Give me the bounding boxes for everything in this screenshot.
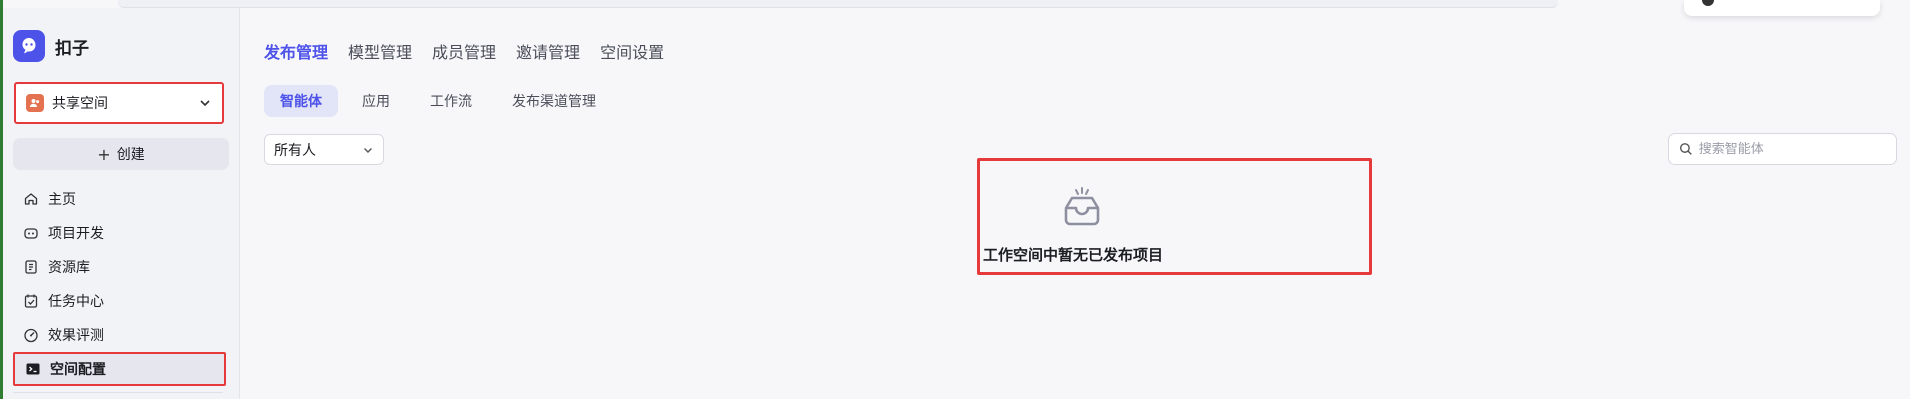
sidebar-item-label: 效果评测 — [48, 328, 104, 344]
chevron-down-icon — [200, 100, 210, 107]
main-content: 发布管理 模型管理 成员管理 邀请管理 空间设置 智能体 应用 工作流 发布渠道… — [241, 8, 1910, 399]
space-selector[interactable]: 共享空间 — [14, 82, 224, 124]
sidebar-item-evaluation[interactable]: 效果评测 — [13, 318, 229, 352]
robot-icon — [24, 228, 38, 239]
search-input[interactable] — [1698, 141, 1886, 157]
space-selector-label: 共享空间 — [52, 96, 108, 112]
sidebar-item-library[interactable]: 资源库 — [13, 250, 229, 284]
people-icon — [26, 94, 44, 112]
home-icon — [24, 193, 38, 205]
search-icon — [1679, 143, 1692, 155]
library-icon — [25, 260, 37, 274]
sidebar-item-label: 主页 — [48, 192, 76, 208]
terminal-icon — [26, 363, 40, 375]
main-tabs: 发布管理 模型管理 成员管理 邀请管理 空间设置 — [264, 39, 684, 63]
empty-state-message: 工作空间中暂无已发布项目 — [983, 246, 1164, 264]
tab-space-settings[interactable]: 空间设置 — [600, 39, 664, 63]
divider — [13, 392, 223, 393]
owner-filter-select[interactable]: 所有人 — [264, 134, 384, 165]
sidebar-nav: 主页 项目开发 资源库 任务中心 效果评测 空间配置 — [13, 182, 229, 386]
owner-filter-value: 所有人 — [274, 142, 316, 159]
chevron-down-icon — [364, 147, 372, 153]
app-name: 扣子 — [55, 38, 89, 59]
create-button-label: 创建 — [116, 147, 145, 163]
sidebar-item-label: 项目开发 — [48, 226, 104, 242]
sidebar-item-label: 任务中心 — [48, 294, 104, 310]
browser-address-strip — [118, 0, 1558, 8]
sidebar-item-project-dev[interactable]: 项目开发 — [13, 216, 229, 250]
empty-inbox-icon — [1064, 187, 1100, 226]
sidebar-item-label: 资源库 — [48, 260, 90, 276]
create-button[interactable]: + 创建 — [13, 138, 229, 170]
sidebar-item-label: 空间配置 — [50, 362, 106, 378]
task-check-icon — [24, 294, 38, 308]
sidebar-item-task-center[interactable]: 任务中心 — [13, 284, 229, 318]
search-box — [1668, 133, 1897, 165]
tab-publish-management[interactable]: 发布管理 — [264, 39, 328, 63]
empty-state: 工作空间中暂无已发布项目 — [977, 158, 1372, 275]
avatar — [1702, 0, 1714, 6]
tab-publish-channels[interactable]: 发布渠道管理 — [496, 85, 612, 117]
sidebar-item-home[interactable]: 主页 — [13, 182, 229, 216]
tab-model-management[interactable]: 模型管理 — [348, 39, 412, 63]
tab-apps[interactable]: 应用 — [346, 85, 406, 117]
sub-tabs: 智能体 应用 工作流 发布渠道管理 — [264, 85, 620, 117]
tab-invite-management[interactable]: 邀请管理 — [516, 39, 580, 63]
tab-workflows[interactable]: 工作流 — [414, 85, 488, 117]
tab-agents[interactable]: 智能体 — [264, 85, 338, 117]
plus-icon: + — [97, 144, 111, 164]
gauge-icon — [24, 328, 38, 343]
coze-logo-icon — [13, 30, 45, 62]
sidebar-item-space-config[interactable]: 空间配置 — [13, 352, 226, 386]
tab-member-management[interactable]: 成员管理 — [432, 39, 496, 63]
brand[interactable]: 扣子 — [13, 30, 89, 62]
sidebar: 扣子 共享空间 + 创建 主页 项目开发 资源库 任务中心 效果评测 空间配置 — [3, 8, 240, 399]
